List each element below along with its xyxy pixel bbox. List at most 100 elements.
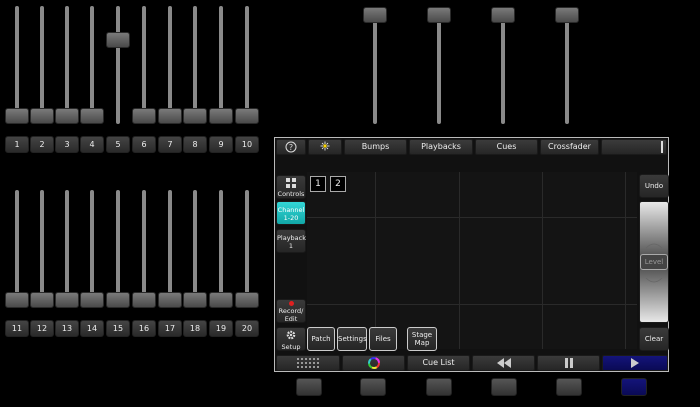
channel-button-18[interactable]: 18 (183, 320, 207, 337)
fader-thumb[interactable] (183, 292, 207, 308)
svg-text:?: ? (289, 143, 293, 152)
fader-thumb[interactable] (30, 108, 54, 124)
playback-label-line1: Playback (277, 234, 307, 242)
grid-line (459, 172, 460, 349)
patch-button[interactable]: Patch (307, 327, 335, 351)
fader-thumb[interactable] (55, 108, 79, 124)
tab-crossfader[interactable]: Crossfader (540, 139, 599, 155)
stage-map-button[interactable]: Stage Map (407, 327, 437, 351)
record-label-line2: Edit (284, 315, 298, 323)
grid-line (625, 172, 626, 349)
settings-button[interactable]: Settings (337, 327, 367, 351)
fader-thumb[interactable] (363, 7, 387, 23)
playback-bump-button-3[interactable] (426, 378, 452, 396)
color-picker-button[interactable] (342, 355, 405, 371)
fader-thumb[interactable] (235, 108, 259, 124)
pause-icon (564, 358, 573, 368)
fader-thumb[interactable] (80, 292, 104, 308)
channel-button-7[interactable]: 7 (158, 136, 182, 153)
tab-extra[interactable] (601, 139, 667, 155)
channel-button-10[interactable]: 10 (235, 136, 259, 153)
fader-thumb[interactable] (132, 292, 156, 308)
setup-button[interactable]: Setup (276, 327, 306, 351)
playback-bump-button-6[interactable] (621, 378, 647, 396)
fader-thumb[interactable] (235, 292, 259, 308)
setup-label: Setup (281, 343, 301, 351)
channel-button-12[interactable]: 12 (30, 320, 54, 337)
channel-button[interactable]: Channel 1-20 (276, 201, 306, 225)
fader-thumb[interactable] (427, 7, 451, 23)
help-button[interactable]: ? (276, 139, 306, 155)
tab-bumps[interactable]: Bumps (344, 139, 407, 155)
level-wheel[interactable]: Level (639, 201, 669, 323)
channel-button-14[interactable]: 14 (80, 320, 104, 337)
rewind-button[interactable] (472, 355, 535, 371)
fader-thumb[interactable] (30, 292, 54, 308)
channel-button-3[interactable]: 3 (55, 136, 79, 153)
gear-icon (286, 330, 296, 340)
playback-button[interactable]: Playback 1 (276, 229, 306, 253)
channel-button-1[interactable]: 1 (5, 136, 29, 153)
fader-thumb[interactable] (132, 108, 156, 124)
fader-thumb[interactable] (5, 108, 29, 124)
fader-thumb[interactable] (106, 31, 130, 48)
fader-track (245, 190, 249, 308)
fader-grid-area[interactable] (307, 172, 637, 349)
controls-button[interactable]: Controls (276, 175, 306, 199)
record-edit-button[interactable]: Record/ Edit (276, 299, 306, 323)
channel-button-5[interactable]: 5 (106, 136, 130, 153)
tab-cues[interactable]: Cues (475, 139, 538, 155)
fader-thumb[interactable] (158, 108, 182, 124)
channel-button-15[interactable]: 15 (106, 320, 130, 337)
fader-thumb[interactable] (80, 108, 104, 124)
channel-button-9[interactable]: 9 (209, 136, 233, 153)
channel-button-6[interactable]: 6 (132, 136, 156, 153)
page-button-2[interactable]: 2 (330, 176, 346, 192)
undo-button[interactable]: Undo (639, 174, 669, 198)
files-button[interactable]: Files (369, 327, 397, 351)
channel-button-19[interactable]: 19 (209, 320, 233, 337)
fader-thumb[interactable] (55, 292, 79, 308)
fader-track (501, 10, 505, 124)
fader-thumb[interactable] (183, 108, 207, 124)
channel-button-4[interactable]: 4 (80, 136, 104, 153)
go-button[interactable] (602, 355, 668, 371)
channel-button-2[interactable]: 2 (30, 136, 54, 153)
playback-bump-button-2[interactable] (360, 378, 386, 396)
playback-bump-button-1[interactable] (296, 378, 322, 396)
fader-track (90, 6, 94, 124)
fader-thumb[interactable] (158, 292, 182, 308)
fader-thumb[interactable] (491, 7, 515, 23)
keypad-button[interactable] (276, 355, 340, 371)
pause-button[interactable] (537, 355, 600, 371)
channel-button-20[interactable]: 20 (235, 320, 259, 337)
controls-label: Controls (277, 190, 305, 198)
channel-button-11[interactable]: 11 (5, 320, 29, 337)
fader-thumb[interactable] (106, 292, 130, 308)
playback-label-line2: 1 (288, 242, 294, 250)
channel-button-17[interactable]: 17 (158, 320, 182, 337)
playback-bump-button-4[interactable] (491, 378, 517, 396)
fader-track (40, 190, 44, 308)
fader-track (65, 6, 69, 124)
channel-button-13[interactable]: 13 (55, 320, 79, 337)
scroll-indicator (661, 141, 663, 153)
app-root: 1 2 3 4 5 6 7 8 9 10 11 12 13 14 15 16 17 18 19 20 ? (0, 0, 700, 407)
rewind-icon (496, 358, 511, 368)
fader-thumb[interactable] (5, 292, 29, 308)
tab-playbacks[interactable]: Playbacks (409, 139, 473, 155)
record-label-line1: Record/ (278, 307, 304, 315)
fader-track (15, 190, 19, 308)
fader-thumb[interactable] (209, 292, 233, 308)
channel-button-8[interactable]: 8 (183, 136, 207, 153)
cue-list-button[interactable]: Cue List (407, 355, 470, 371)
sparkle-tab[interactable] (308, 139, 342, 155)
fader-thumb[interactable] (555, 7, 579, 23)
channel-button-16[interactable]: 16 (132, 320, 156, 337)
fader-track (15, 6, 19, 124)
fader-thumb[interactable] (209, 108, 233, 124)
playback-bump-button-5[interactable] (556, 378, 582, 396)
page-button-1[interactable]: 1 (310, 176, 326, 192)
clear-button[interactable]: Clear (639, 327, 669, 351)
keypad-icon (297, 358, 319, 368)
